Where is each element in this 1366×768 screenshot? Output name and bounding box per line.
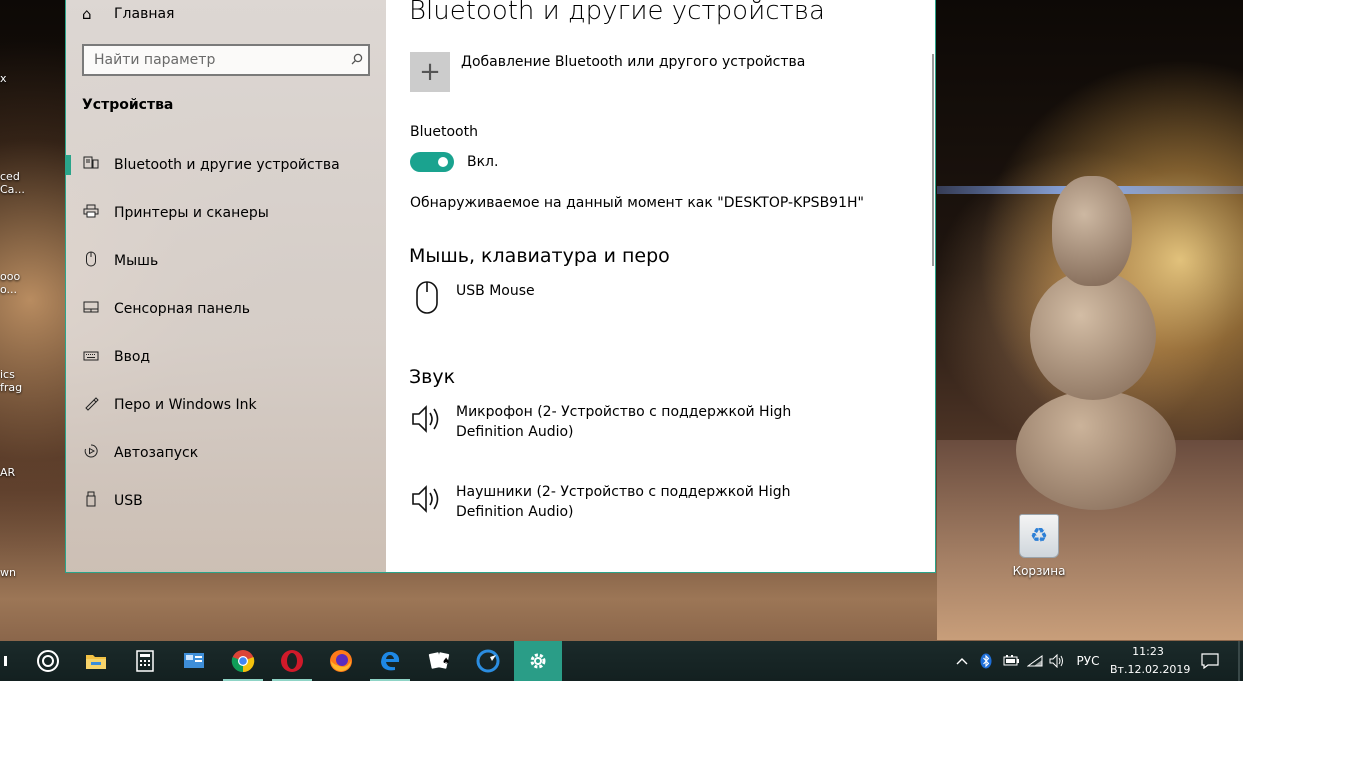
snowman-head bbox=[1052, 176, 1132, 286]
touchpad-icon bbox=[82, 301, 100, 317]
bluetooth-tray-icon[interactable] bbox=[976, 641, 996, 681]
add-device-label[interactable]: Добавление Bluetooth или другого устройс… bbox=[461, 54, 805, 70]
plus-icon: + bbox=[419, 57, 441, 87]
file-explorer-icon[interactable] bbox=[72, 641, 120, 681]
running-indicator bbox=[272, 679, 312, 681]
home-link[interactable]: ⌂ Главная bbox=[82, 4, 174, 24]
nav-item-label: Мышь bbox=[114, 253, 159, 269]
nav-item-mouse[interactable]: Мышь bbox=[66, 239, 386, 283]
discoverable-text: Обнаруживаемое на данный момент как "DES… bbox=[410, 195, 864, 211]
toggle-state-label: Вкл. bbox=[467, 154, 499, 170]
shortcut-fragment[interactable]: ced Ca... bbox=[0, 170, 28, 196]
start-icon[interactable] bbox=[0, 641, 14, 681]
shortcut-fragment[interactable]: ooo o... bbox=[0, 270, 28, 296]
nav-item-label: Bluetooth и другие устройства bbox=[114, 157, 340, 173]
mouse-section-title: Мышь, клавиатура и перо bbox=[409, 245, 670, 267]
taskbar: ♠ РУС 11:23 Вт.12.02.2019 bbox=[0, 641, 1243, 681]
calculator-icon[interactable] bbox=[121, 641, 169, 681]
settings-nav-pane: ⌂ Главная Устройства Bluetooth и другие … bbox=[66, 0, 386, 572]
clock-time: 11:23 bbox=[1132, 645, 1164, 658]
home-icon: ⌂ bbox=[82, 5, 92, 23]
usb-icon bbox=[82, 491, 100, 511]
settings-icon[interactable] bbox=[514, 641, 562, 681]
nav-item-usb[interactable]: USB bbox=[66, 479, 386, 523]
running-indicator bbox=[370, 679, 410, 681]
nav-item-bluetooth[interactable]: Bluetooth и другие устройства bbox=[66, 143, 386, 187]
mouse-icon bbox=[82, 251, 100, 271]
desktop-shortcuts-cutoff: x ced Ca... ooo o... ics frag AR wn bbox=[0, 0, 40, 640]
nav-item-label: Сенсорная панель bbox=[114, 301, 250, 317]
section-title: Устройства bbox=[82, 97, 174, 113]
printer-icon bbox=[82, 204, 100, 222]
ccleaner-icon[interactable] bbox=[464, 641, 512, 681]
bluetooth-label: Bluetooth bbox=[410, 124, 478, 140]
search-input[interactable] bbox=[84, 51, 346, 69]
edge-icon[interactable] bbox=[366, 641, 414, 681]
nav-item-label: USB bbox=[114, 493, 143, 509]
snowman-middle bbox=[1030, 270, 1156, 400]
search-icon[interactable] bbox=[346, 53, 368, 68]
shortcut-fragment[interactable]: x bbox=[0, 72, 28, 85]
cortana-icon[interactable] bbox=[24, 641, 72, 681]
recycle-bin-icon bbox=[1019, 514, 1059, 558]
running-indicator bbox=[223, 679, 263, 681]
device-name: Микрофон (2- Устройство с поддержкой Hig… bbox=[456, 404, 792, 440]
device-name: USB Mouse bbox=[456, 283, 535, 299]
show-desktop-button[interactable] bbox=[1238, 641, 1240, 681]
speaker-icon bbox=[410, 402, 446, 438]
nav-item-touchpad[interactable]: Сенсорная панель bbox=[66, 287, 386, 331]
home-label: Главная bbox=[114, 6, 175, 22]
search-box bbox=[82, 44, 370, 76]
shortcut-fragment[interactable]: AR bbox=[0, 466, 28, 479]
snowman-bottom bbox=[1016, 390, 1176, 510]
nav-item-typing[interactable]: Ввод bbox=[66, 335, 386, 379]
nav-item-label: Автозапуск bbox=[114, 445, 199, 461]
recycle-bin-label: Корзина bbox=[1012, 564, 1066, 578]
autoplay-icon bbox=[82, 443, 100, 463]
keyboard-icon bbox=[82, 350, 100, 365]
language-indicator[interactable]: РУС bbox=[1072, 641, 1104, 681]
svg-text:♠: ♠ bbox=[442, 657, 450, 667]
settings-content-pane: Bluetooth и другие устройства + Добавлен… bbox=[386, 0, 935, 572]
chrome-icon[interactable] bbox=[219, 641, 267, 681]
wifi-icon[interactable] bbox=[1024, 641, 1046, 681]
bluetooth-toggle[interactable] bbox=[410, 152, 454, 172]
settings-window: ⌂ Главная Устройства Bluetooth и другие … bbox=[65, 0, 936, 573]
solitaire-icon[interactable]: ♠ bbox=[415, 641, 463, 681]
nav-item-label: Перо и Windows Ink bbox=[114, 397, 257, 413]
clock-date: Вт.12.02.2019 bbox=[1110, 663, 1191, 676]
volume-icon[interactable] bbox=[1046, 641, 1068, 681]
opera-icon[interactable] bbox=[268, 641, 316, 681]
action-center-icon[interactable] bbox=[1198, 641, 1222, 681]
device-name: Наушники (2- Устройство с поддержкой Hig… bbox=[456, 484, 791, 520]
speaker-icon bbox=[410, 482, 446, 518]
devices-icon bbox=[82, 156, 100, 174]
scrollbar-thumb[interactable] bbox=[932, 54, 934, 266]
clock[interactable]: 11:23 Вт.12.02.2019 bbox=[1110, 643, 1191, 679]
pen-icon bbox=[82, 395, 100, 415]
page-title: Bluetooth и другие устройства bbox=[409, 0, 825, 26]
toggle-knob bbox=[438, 157, 448, 167]
control-panel-icon[interactable] bbox=[170, 641, 218, 681]
sound-section-title: Звук bbox=[409, 366, 456, 388]
nav-item-label: Принтеры и сканеры bbox=[114, 205, 269, 221]
shortcut-fragment[interactable]: ics frag bbox=[0, 368, 28, 394]
add-device-button[interactable]: + bbox=[410, 52, 450, 92]
nav-item-printers[interactable]: Принтеры и сканеры bbox=[66, 191, 386, 235]
recycle-bin[interactable]: Корзина bbox=[1005, 514, 1073, 578]
firefox-icon[interactable] bbox=[317, 641, 365, 681]
shortcut-fragment[interactable]: wn bbox=[0, 566, 28, 579]
nav-item-autoplay[interactable]: Автозапуск bbox=[66, 431, 386, 475]
mouse-icon bbox=[410, 281, 446, 317]
nav-item-label: Ввод bbox=[114, 349, 151, 365]
nav-item-pen[interactable]: Перо и Windows Ink bbox=[66, 383, 386, 427]
chevron-up-icon[interactable] bbox=[952, 641, 972, 681]
battery-icon[interactable] bbox=[1000, 641, 1022, 681]
